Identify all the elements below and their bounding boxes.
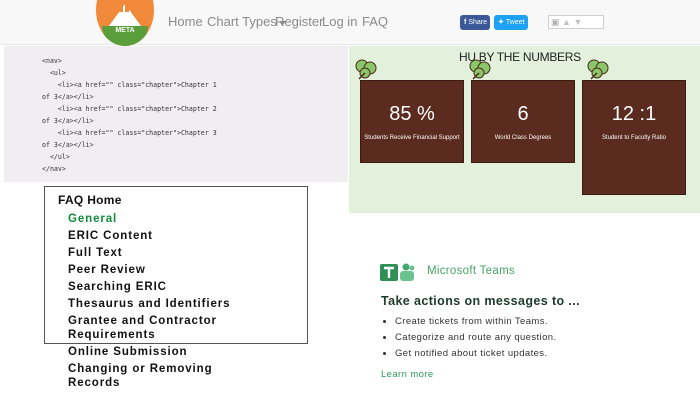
faq-item-thesaurus[interactable]: Thesaurus and Identifiers [68, 298, 230, 310]
microsoft-teams-logo-icon [380, 263, 415, 281]
faq-item-changing-removing[interactable]: Changing or Removing [68, 363, 213, 375]
stat-label: World Class Degrees [494, 135, 552, 141]
teams-heading: Take actions on messages to ... [381, 294, 581, 308]
code-line: of 3</a></li> [42, 117, 94, 125]
teams-brand-title: Microsoft Teams [427, 265, 516, 277]
code-line: <nav> [42, 57, 62, 65]
nav-login-link[interactable]: Log in [322, 14, 357, 29]
twitter-bird-icon: ✦ [498, 19, 504, 26]
faq-item-full-text[interactable]: Full Text [68, 247, 123, 259]
stat-value: 85 % [389, 103, 435, 125]
clover-leaf-icon [469, 59, 491, 80]
faq-item-grantee[interactable]: Grantee and Contractor [68, 315, 217, 327]
share-label: Share [468, 19, 488, 26]
code-line: <ul> [42, 69, 66, 77]
code-line: </nav> [42, 165, 66, 173]
stat-value: 6 [517, 103, 529, 125]
bullet-dot-icon [383, 319, 386, 323]
stat-label: Students Receive Financial Support [364, 135, 460, 141]
nav-register-link[interactable]: Register [275, 14, 323, 29]
stat-value: 12 :1 [611, 103, 657, 125]
stat-card-degrees: 6 World Class Degrees [471, 80, 575, 163]
teams-bullet-item: Categorize and route any question. [383, 332, 556, 343]
code-line: of 3</a></li> [42, 141, 94, 149]
code-block: <nav> <ul> <li><a href="" class="chapter… [42, 55, 217, 175]
arrow-down-icon[interactable]: ▼ [573, 17, 582, 27]
faq-home-link[interactable]: FAQ Home [58, 193, 122, 207]
tweet-label: Tweet [505, 19, 525, 26]
arrow-up-icon[interactable]: ▲ [562, 17, 571, 27]
facebook-icon: f [464, 19, 467, 26]
faq-item-general[interactable]: General [68, 213, 117, 225]
bullet-dot-icon [383, 351, 386, 355]
faq-item-peer-review[interactable]: Peer Review [68, 264, 146, 276]
nav-home-link[interactable]: Home [168, 14, 203, 29]
tweet-button[interactable]: ✦ Tweet [494, 15, 528, 30]
learn-more-link[interactable]: Learn more [381, 369, 434, 380]
code-line: <li><a href="" class="chapter">Chapter 3 [42, 129, 217, 137]
code-line: of 3</a></li> [42, 93, 94, 101]
code-line: <li><a href="" class="chapter">Chapter 2 [42, 105, 217, 113]
stat-card-financial-support: 85 % Students Receive Financial Support [360, 80, 464, 163]
faq-item-requirements[interactable]: Requirements [68, 329, 156, 341]
faq-item-searching-eric[interactable]: Searching ERIC [68, 281, 167, 293]
faq-item-records[interactable]: Records [68, 377, 120, 389]
teams-bullet-item: Get notified about ticket updates. [383, 348, 548, 359]
code-line: </ul> [42, 153, 70, 161]
code-line: <li><a href="" class="chapter">Chapter 1 [42, 81, 217, 89]
facebook-share-button[interactable]: f Share [460, 15, 490, 30]
clover-leaf-icon [587, 59, 609, 80]
faq-item-eric-content[interactable]: ERIC Content [68, 230, 153, 242]
vote-widget[interactable]: ▣ ▲ ▼ [548, 15, 604, 29]
site-logo[interactable]: META [96, 0, 154, 46]
top-navbar: META Home Chart Types Register Log in FA… [0, 0, 700, 46]
code-snippet-panel: <nav> <ul> <li><a href="" class="chapter… [4, 46, 348, 182]
bullet-dot-icon [383, 335, 386, 339]
clover-leaf-icon [355, 59, 377, 80]
stats-panel: HU BY THE NUMBERS 85 % Students Receive … [349, 46, 700, 213]
nav-chart-types-label: Chart Types [207, 14, 277, 29]
nav-faq-link[interactable]: FAQ [362, 14, 388, 29]
logo-text: META [115, 27, 135, 34]
stat-card-faculty-ratio: 12 :1 Student to Faculty Ratio [582, 80, 686, 195]
teams-bullet-item: Create tickets from within Teams. [383, 316, 548, 327]
faq-item-online-submission[interactable]: Online Submission [68, 346, 187, 358]
stat-label: Student to Faculty Ratio [601, 135, 667, 141]
stack-logo-icon: ▣ [551, 17, 560, 27]
